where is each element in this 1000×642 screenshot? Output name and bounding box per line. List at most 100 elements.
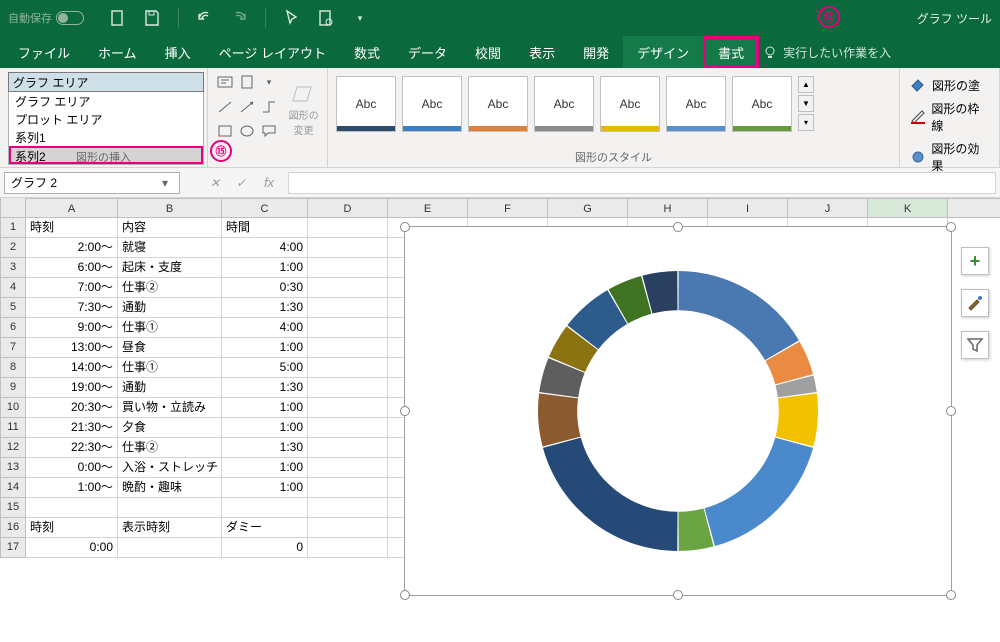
cell[interactable]: 0:00～ xyxy=(26,458,118,478)
cell[interactable] xyxy=(308,398,388,418)
row-header[interactable]: 4 xyxy=(0,278,26,298)
row-header[interactable]: 8 xyxy=(0,358,26,378)
chart-elements-button[interactable]: + xyxy=(961,247,989,275)
donut-slice[interactable] xyxy=(538,393,581,446)
chevron-down-icon[interactable]: ▾ xyxy=(157,176,173,190)
col-header[interactable]: B xyxy=(118,199,222,217)
cell[interactable] xyxy=(222,498,308,518)
style-item[interactable]: Abc xyxy=(402,76,462,132)
cell[interactable]: 6:00～ xyxy=(26,258,118,278)
donut-slice[interactable] xyxy=(679,271,799,360)
resize-handle[interactable] xyxy=(400,222,410,232)
more-icon[interactable]: ▾ xyxy=(260,74,278,90)
cell[interactable]: 7:30～ xyxy=(26,298,118,318)
row-header[interactable]: 7 xyxy=(0,338,26,358)
scroll-up-icon[interactable]: ▲ xyxy=(798,76,814,93)
cell[interactable]: 昼食 xyxy=(118,338,222,358)
textbox-icon[interactable] xyxy=(216,74,234,90)
tab-page-layout[interactable]: ページ レイアウト xyxy=(205,36,340,68)
row-header[interactable]: 15 xyxy=(0,498,26,518)
row-header[interactable]: 12 xyxy=(0,438,26,458)
resize-handle[interactable] xyxy=(400,590,410,600)
col-header[interactable]: K xyxy=(868,199,948,217)
tell-me-search[interactable]: 実行したい作業を入 xyxy=(763,36,891,68)
cell[interactable] xyxy=(308,458,388,478)
cell[interactable]: 仕事② xyxy=(118,278,222,298)
cell[interactable]: 19:00～ xyxy=(26,378,118,398)
cell[interactable]: 0 xyxy=(222,538,308,558)
cell[interactable]: 1:00 xyxy=(222,458,308,478)
tab-review[interactable]: 校閲 xyxy=(461,36,515,68)
cell[interactable] xyxy=(26,498,118,518)
cell[interactable]: 0:00 xyxy=(26,538,118,558)
resize-handle[interactable] xyxy=(946,590,956,600)
cell[interactable]: 入浴・ストレッチ xyxy=(118,458,222,478)
tab-format[interactable]: 書式 xyxy=(703,36,759,68)
row-header[interactable]: 9 xyxy=(0,378,26,398)
rect-icon[interactable] xyxy=(216,123,234,139)
cell[interactable] xyxy=(308,438,388,458)
chart-styles-button[interactable] xyxy=(961,289,989,317)
cell[interactable]: 仕事① xyxy=(118,318,222,338)
cursor-icon[interactable] xyxy=(282,8,302,28)
col-header[interactable]: E xyxy=(388,199,468,217)
new-icon[interactable] xyxy=(108,8,128,28)
tab-developer[interactable]: 開発 xyxy=(569,36,623,68)
cell[interactable] xyxy=(308,298,388,318)
col-header[interactable]: C xyxy=(222,199,308,217)
cell[interactable]: 0:30 xyxy=(222,278,308,298)
formula-bar[interactable] xyxy=(288,172,996,194)
list-item[interactable]: 系列1 xyxy=(9,128,203,146)
line-icon[interactable] xyxy=(216,99,234,115)
cell[interactable] xyxy=(308,338,388,358)
cell[interactable] xyxy=(308,238,388,258)
cell[interactable]: 1:00～ xyxy=(26,478,118,498)
cell[interactable] xyxy=(308,538,388,558)
tab-home[interactable]: ホーム xyxy=(84,36,151,68)
touch-mode-icon[interactable] xyxy=(316,8,336,28)
cell[interactable]: 時刻 xyxy=(26,518,118,538)
chart-filters-button[interactable] xyxy=(961,331,989,359)
cell[interactable]: 4:00 xyxy=(222,318,308,338)
autosave-toggle[interactable]: 自動保存 xyxy=(8,10,84,26)
cell[interactable]: 1:00 xyxy=(222,398,308,418)
resize-handle[interactable] xyxy=(946,406,956,416)
cell[interactable] xyxy=(118,538,222,558)
cell[interactable]: 時間 xyxy=(222,218,308,238)
name-box[interactable]: グラフ 2 ▾ xyxy=(4,172,180,194)
style-item[interactable]: Abc xyxy=(468,76,528,132)
resize-handle[interactable] xyxy=(673,222,683,232)
row-header[interactable]: 3 xyxy=(0,258,26,278)
chart-element-input[interactable] xyxy=(8,72,204,92)
customize-qat-icon[interactable]: ▾ xyxy=(350,8,370,28)
tab-formulas[interactable]: 数式 xyxy=(340,36,394,68)
col-header[interactable]: F xyxy=(468,199,548,217)
style-item[interactable]: Abc xyxy=(666,76,726,132)
redo-icon[interactable] xyxy=(229,8,249,28)
resize-handle[interactable] xyxy=(946,222,956,232)
cell[interactable]: 21:30～ xyxy=(26,418,118,438)
enter-icon[interactable]: ✓ xyxy=(228,172,254,194)
cell[interactable]: 仕事② xyxy=(118,438,222,458)
col-header[interactable]: J xyxy=(788,199,868,217)
shape-outline-button[interactable]: 図形の枠線 xyxy=(908,97,991,137)
col-header[interactable]: A xyxy=(26,199,118,217)
cell[interactable] xyxy=(308,278,388,298)
cell[interactable]: ダミー xyxy=(222,518,308,538)
cell[interactable] xyxy=(308,258,388,278)
autosave-switch-icon[interactable] xyxy=(56,11,84,25)
cell[interactable]: 7:00～ xyxy=(26,278,118,298)
cell[interactable]: 1:30 xyxy=(222,378,308,398)
chart-object[interactable]: + xyxy=(404,226,952,596)
tab-view[interactable]: 表示 xyxy=(515,36,569,68)
cell[interactable]: 時刻 xyxy=(26,218,118,238)
arrow-icon[interactable] xyxy=(238,99,256,115)
cancel-icon[interactable]: ✕ xyxy=(202,172,228,194)
donut-slice[interactable] xyxy=(775,393,818,446)
style-gallery[interactable]: Abc Abc Abc Abc Abc Abc Abc ▲ ▼ ▾ xyxy=(336,76,891,132)
cell[interactable]: 9:00～ xyxy=(26,318,118,338)
col-header[interactable]: H xyxy=(628,199,708,217)
resize-handle[interactable] xyxy=(673,590,683,600)
tab-design[interactable]: デザイン xyxy=(623,36,703,68)
cell[interactable]: 22:30～ xyxy=(26,438,118,458)
